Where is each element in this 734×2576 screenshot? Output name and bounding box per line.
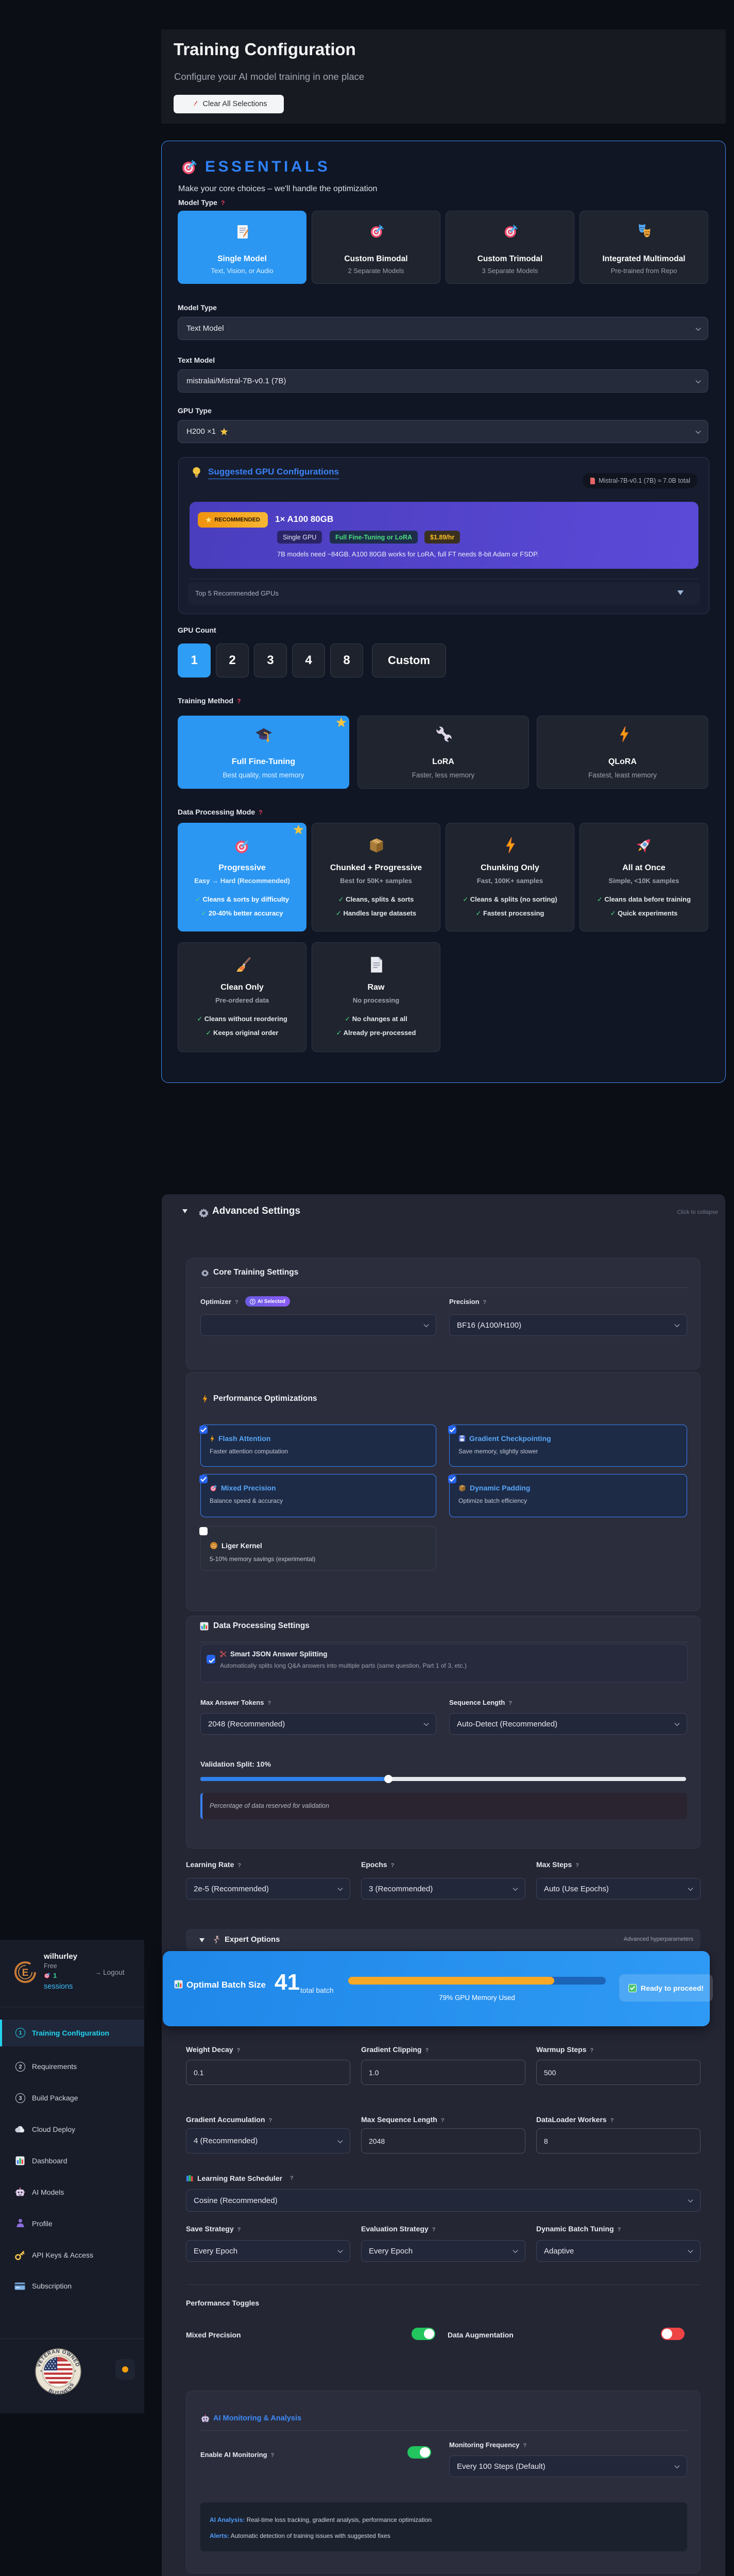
svg-text:E: E — [22, 1968, 29, 1978]
